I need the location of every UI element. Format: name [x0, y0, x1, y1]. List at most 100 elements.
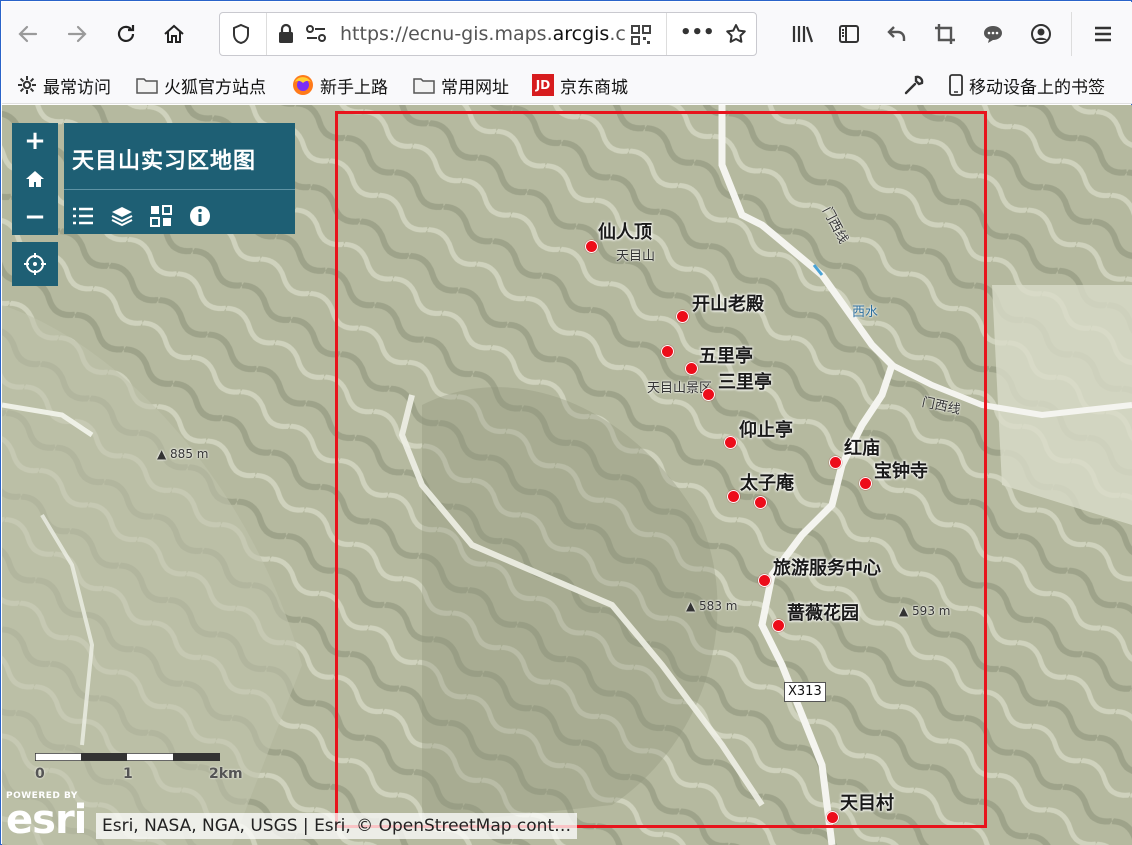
- home-icon: [26, 171, 44, 187]
- poi-marker-tianmucun[interactable]: [826, 811, 839, 824]
- reload-button[interactable]: [110, 18, 142, 50]
- poi-marker-sanliting[interactable]: [685, 362, 698, 375]
- permissions-icon[interactable]: [304, 23, 328, 49]
- bookmark-getting-started[interactable]: 新手上路: [292, 72, 388, 98]
- poi-label-tourist-center: 旅游服务中心: [773, 558, 881, 579]
- url-suffix: .c: [609, 23, 626, 45]
- reload-icon: [117, 25, 135, 42]
- crop-icon: [935, 24, 955, 44]
- map-view[interactable]: + − 天目山实习区地图 天目山 天目山景区 西水 门西线 门西线 X313 ▲…: [2, 105, 1132, 845]
- shield-icon[interactable]: [230, 23, 252, 49]
- qrcode-icon[interactable]: [630, 24, 652, 50]
- locate-button[interactable]: [12, 242, 58, 286]
- layers-button[interactable]: [109, 203, 135, 229]
- poi-label-sanliting: 三里亭: [718, 372, 772, 393]
- poi-marker-taizian[interactable]: [727, 490, 740, 503]
- bookmarks-bar: 最常访问 火狐官方站点 新手上路 常用网址 JD 京东商城 移动设备上的书签: [2, 66, 1132, 104]
- bookmark-label: 最常访问: [43, 77, 111, 98]
- poi-marker-xianrending[interactable]: [585, 240, 598, 253]
- url-domain: arcgis: [552, 23, 610, 45]
- about-button[interactable]: [187, 203, 213, 229]
- map-label-tianmushan: 天目山: [616, 249, 656, 264]
- url-divider-2: [666, 13, 667, 55]
- sidebar-button[interactable]: [833, 18, 865, 50]
- scale-label-0: 0: [35, 766, 45, 782]
- poi-marker-tourist-center[interactable]: [758, 574, 771, 587]
- poi-label-wuliting: 五里亭: [699, 346, 753, 367]
- zoom-out-button[interactable]: −: [12, 199, 58, 235]
- undo-icon: [887, 26, 906, 41]
- elevation-label: ▲ 885 m: [157, 447, 209, 461]
- elevation-label: ▲ 593 m: [899, 604, 951, 618]
- elevation-value: 885 m: [170, 447, 209, 461]
- poi-label-taizian: 太子庵: [740, 473, 794, 494]
- map-attribution[interactable]: Esri, NASA, NGA, USGS | Esri, © OpenStre…: [96, 813, 578, 839]
- list-icon: [73, 207, 93, 225]
- poi-marker-baozhongsi[interactable]: [859, 477, 872, 490]
- page-actions-button[interactable]: •••: [680, 22, 715, 43]
- menu-button[interactable]: [1087, 18, 1119, 50]
- wrench-icon[interactable]: [903, 74, 927, 100]
- library-button[interactable]: [787, 18, 819, 50]
- default-extent-button[interactable]: [12, 161, 58, 197]
- crosshair-icon: [24, 253, 46, 275]
- basemap-gallery-button[interactable]: [148, 203, 174, 229]
- url-text[interactable]: https://ecnu-gis.maps.arcgis.c: [340, 23, 630, 45]
- url-bar[interactable]: https://ecnu-gis.maps.arcgis.c •••: [219, 12, 757, 56]
- bookmark-firefox-official[interactable]: 火狐官方站点: [136, 72, 266, 98]
- map-title: 天目山实习区地图: [72, 149, 257, 174]
- basemap-icon: [150, 205, 172, 227]
- folder-icon: [136, 76, 158, 94]
- library-icon: [792, 26, 814, 43]
- bookmark-most-visited[interactable]: 最常访问: [17, 72, 111, 98]
- zoom-control: + −: [12, 123, 58, 235]
- browser-toolbar: https://ecnu-gis.maps.arcgis.c •••: [2, 2, 1132, 66]
- account-button[interactable]: [1025, 18, 1057, 50]
- bookmark-mobile[interactable]: 移动设备上的书签: [949, 72, 1105, 98]
- layers-icon: [111, 207, 133, 227]
- legend-button[interactable]: [70, 203, 96, 229]
- poi-label-yangzhiting: 仰止亭: [739, 420, 793, 441]
- star-icon[interactable]: [724, 22, 748, 50]
- bookmark-common-sites[interactable]: 常用网址: [413, 72, 509, 98]
- forward-button[interactable]: [61, 18, 93, 50]
- panel-divider: [64, 189, 295, 190]
- home-icon: [164, 24, 184, 43]
- scale-label-2: 2km: [209, 766, 243, 782]
- zoom-in-button[interactable]: +: [12, 123, 58, 159]
- back-button[interactable]: [12, 18, 44, 50]
- home-button[interactable]: [158, 18, 190, 50]
- url-prefix: https://ecnu-gis.maps.: [340, 23, 553, 45]
- elevation-value: 583 m: [699, 599, 738, 613]
- poi-marker-taizian-2[interactable]: [754, 496, 767, 509]
- chat-button[interactable]: [977, 18, 1009, 50]
- screenshot-button[interactable]: [929, 18, 961, 50]
- firefox-icon: [292, 74, 314, 96]
- arrow-right-icon: [67, 25, 87, 43]
- poi-marker-sanliting-2[interactable]: [702, 388, 715, 401]
- jd-icon-text: JD: [535, 78, 551, 92]
- jd-icon: JD: [532, 74, 554, 96]
- info-icon: [190, 206, 210, 226]
- browser-window: https://ecnu-gis.maps.arcgis.c ••• 最常访问 …: [0, 0, 1132, 845]
- hamburger-icon: [1095, 26, 1111, 42]
- bookmark-label: 火狐官方站点: [164, 77, 266, 98]
- bookmark-jd[interactable]: JD 京东商城: [532, 72, 628, 98]
- bookmark-label: 常用网址: [441, 77, 509, 98]
- poi-marker-wuliting[interactable]: [661, 345, 674, 358]
- elevation-value: 593 m: [912, 604, 951, 618]
- esri-logo[interactable]: POWERED BY esri: [6, 791, 87, 840]
- poi-marker-rose-garden[interactable]: [772, 619, 785, 632]
- arrow-left-icon: [18, 25, 38, 43]
- poi-marker-kaishanlaodian[interactable]: [676, 310, 689, 323]
- scale-bar: [35, 753, 220, 761]
- poi-label-baozhongsi: 宝钟寺: [874, 461, 928, 482]
- poi-marker-hongmiao[interactable]: [829, 456, 842, 469]
- url-divider: [266, 13, 267, 55]
- bookmark-label: 新手上路: [320, 77, 388, 98]
- poi-marker-yangzhiting[interactable]: [724, 436, 737, 449]
- lock-icon[interactable]: [276, 23, 296, 49]
- undo-button[interactable]: [881, 18, 913, 50]
- map-title-panel: 天目山实习区地图: [64, 123, 295, 234]
- account-icon: [1031, 24, 1051, 44]
